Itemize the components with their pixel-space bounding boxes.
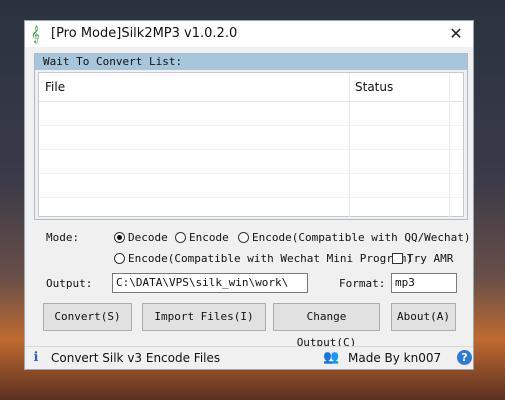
mode-decode-radio[interactable] bbox=[114, 232, 125, 243]
status-message: Convert Silk v3 Encode Files bbox=[51, 351, 221, 365]
mode-encode-qq-radio[interactable] bbox=[238, 232, 249, 243]
convert-list-header: Wait To Convert List: bbox=[35, 54, 467, 70]
format-input[interactable]: mp3 bbox=[391, 273, 457, 293]
window-title: [Pro Mode]Silk2MP3 v1.0.2.0 bbox=[51, 26, 238, 41]
file-list-header: File Status bbox=[39, 73, 463, 102]
row-divider bbox=[39, 173, 463, 174]
column-status[interactable]: Status bbox=[355, 73, 393, 101]
mode-encode-mini-program-radio[interactable] bbox=[114, 253, 125, 264]
users-icon: 👥 bbox=[323, 350, 340, 365]
music-note-icon: 𝄞 bbox=[31, 25, 40, 43]
column-file[interactable]: File bbox=[45, 73, 65, 101]
output-label: Output: bbox=[46, 277, 93, 290]
help-icon[interactable]: ? bbox=[457, 350, 472, 365]
try-amr-checkbox[interactable] bbox=[392, 253, 403, 264]
row-divider bbox=[39, 197, 463, 198]
file-list[interactable]: File Status bbox=[38, 72, 464, 218]
mode-decode-label[interactable]: Decode bbox=[128, 231, 168, 244]
status-bar: ℹ Convert Silk v3 Encode Files 👥 Made By… bbox=[25, 346, 473, 369]
output-path-input[interactable]: C:\DATA\VPS\silk_win\work\ bbox=[112, 273, 308, 293]
import-files-button[interactable]: Import Files(I) bbox=[142, 303, 266, 331]
convert-list-group: Wait To Convert List: File Status bbox=[34, 53, 468, 220]
author-credit: Made By kn007 bbox=[348, 351, 442, 365]
convert-button[interactable]: Convert(S) bbox=[43, 303, 132, 331]
convert-list-title: Wait To Convert List: bbox=[43, 55, 183, 68]
info-icon: ℹ bbox=[33, 350, 39, 365]
change-output-button[interactable]: Change Output(C) bbox=[273, 303, 380, 349]
format-label: Format: bbox=[339, 277, 386, 290]
row-divider bbox=[39, 125, 463, 126]
mode-encode-radio[interactable] bbox=[175, 232, 186, 243]
app-window: 𝄞 [Pro Mode]Silk2MP3 v1.0.2.0 ✕ Wait To … bbox=[24, 20, 474, 370]
close-button[interactable]: ✕ bbox=[439, 21, 473, 47]
mode-encode-label[interactable]: Encode bbox=[189, 231, 229, 244]
title-bar: 𝄞 [Pro Mode]Silk2MP3 v1.0.2.0 ✕ bbox=[25, 21, 473, 47]
mode-label: Mode: bbox=[46, 231, 80, 244]
try-amr-label[interactable]: Try AMR bbox=[407, 252, 453, 265]
about-button[interactable]: About(A) bbox=[391, 303, 456, 331]
row-divider bbox=[39, 149, 463, 150]
mode-encode-qq-label[interactable]: Encode(Compatible with QQ/Wechat) bbox=[252, 231, 471, 244]
mode-encode-mini-program-label[interactable]: Encode(Compatible with Wechat Mini Progr… bbox=[128, 252, 413, 265]
